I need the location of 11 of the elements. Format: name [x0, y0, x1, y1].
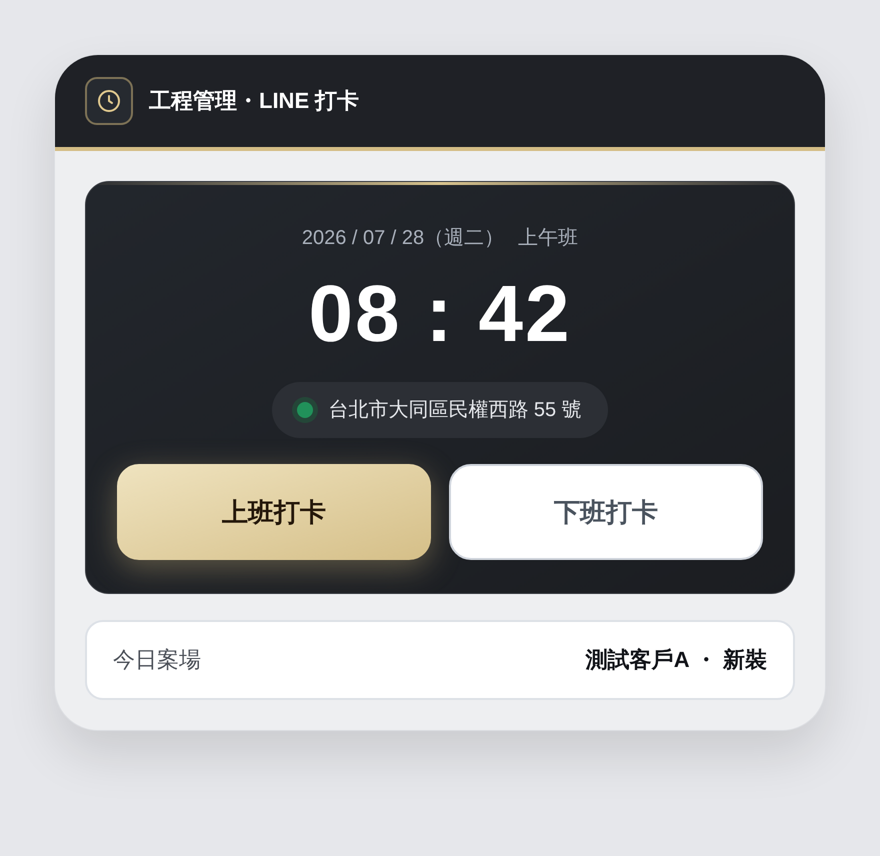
shift-text: 上午班: [518, 226, 578, 251]
clock-icon: [85, 77, 133, 125]
location-text: 台北市大同區民權西路 55 號: [328, 398, 582, 423]
status-dot-icon: [292, 397, 318, 423]
date-text: 2026 / 07 / 28（週二）: [302, 226, 504, 251]
site-label: 今日案場: [113, 646, 201, 674]
time-display: 08 : 42: [308, 268, 572, 360]
site-name: 測試客戶A ・ 新裝: [586, 646, 767, 674]
clock-in-button[interactable]: 上班打卡: [117, 464, 431, 560]
clock-out-button[interactable]: 下班打卡: [449, 464, 763, 560]
app-title: 工程管理・LINE 打卡: [149, 87, 360, 115]
